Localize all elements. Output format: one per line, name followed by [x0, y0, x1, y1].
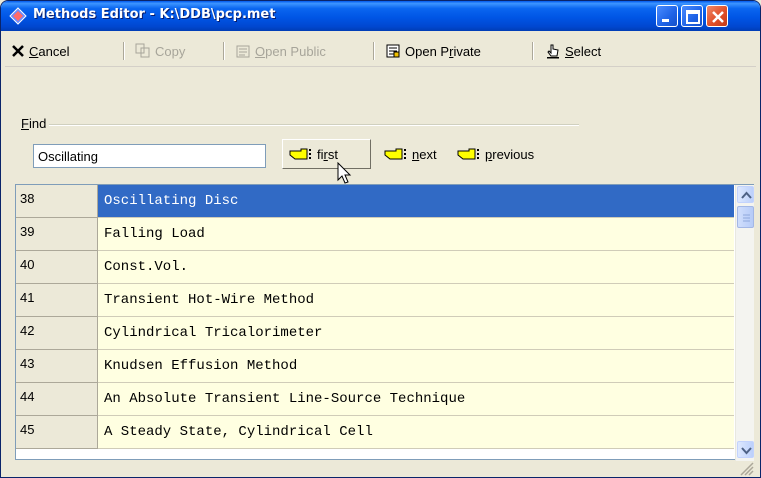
find-label: Find	[21, 116, 46, 131]
open-private-icon	[386, 44, 400, 58]
open-public-label: pen Public	[265, 43, 326, 59]
mouse-pointer-icon	[337, 162, 352, 184]
toolbar: Cancel Copy Open Public Open Private Sel…	[5, 33, 756, 67]
minimize-icon	[662, 19, 669, 22]
chevron-down-icon	[741, 447, 752, 455]
cancel-accel: C	[29, 43, 39, 59]
table-row[interactable]: 42 Cylindrical Tricalorimeter	[16, 317, 734, 350]
copy-icon	[135, 43, 150, 58]
pointing-hand-icon	[384, 148, 406, 160]
select-button[interactable]: Select	[545, 41, 601, 61]
toolbar-separator	[223, 42, 225, 60]
grid-rows: 38 Oscillating Disc 39 Falling Load 40 C…	[16, 185, 734, 461]
vertical-scrollbar[interactable]	[735, 185, 754, 461]
copy-button[interactable]: Copy	[135, 41, 185, 61]
row-number: 40	[16, 251, 98, 284]
find-label-text: ind	[28, 116, 47, 131]
find-next-button[interactable]: next	[378, 139, 443, 169]
method-name-cell[interactable]: Oscillating Disc	[98, 185, 734, 218]
maximize-button[interactable]	[681, 5, 703, 27]
close-icon	[712, 11, 724, 23]
row-number: 45	[16, 416, 98, 449]
cancel-label: ancel	[38, 43, 70, 59]
title-bar[interactable]: Methods Editor - K:\DDB\pcp.met	[1, 1, 760, 31]
row-number: 42	[16, 317, 98, 350]
find-first-label-b: st	[327, 146, 338, 162]
open-private-label-b: ivate	[453, 43, 481, 59]
open-public-button[interactable]: Open Public	[235, 41, 326, 61]
cancel-x-icon	[12, 45, 24, 57]
select-accel: S	[565, 43, 574, 59]
method-name-cell[interactable]: Const.Vol.	[98, 251, 734, 284]
scroll-thumb[interactable]	[737, 206, 754, 228]
pointing-hand-icon	[457, 148, 479, 160]
copy-label: Copy	[155, 43, 186, 59]
method-name-cell[interactable]: Falling Load	[98, 218, 734, 251]
table-row[interactable]: 45 A Steady State, Cylindrical Cell	[16, 416, 734, 449]
cancel-button[interactable]: Cancel	[11, 41, 69, 61]
method-name-cell[interactable]: Knudsen Effusion Method	[98, 350, 734, 383]
table-row[interactable]: 44 An Absolute Transient Line-Source Tec…	[16, 383, 734, 416]
select-hand-icon	[547, 44, 559, 59]
app-diamond-icon	[9, 7, 27, 25]
open-public-accel: O	[255, 43, 266, 59]
row-number: 43	[16, 350, 98, 383]
row-number: 39	[16, 218, 98, 251]
find-first-button[interactable]: first	[282, 139, 371, 169]
minimize-button[interactable]	[656, 5, 678, 27]
pointing-hand-icon	[289, 148, 311, 160]
window-title: Methods Editor - K:\DDB\pcp.met	[33, 7, 276, 22]
open-public-icon	[236, 45, 250, 58]
table-row[interactable]: 40 Const.Vol.	[16, 251, 734, 284]
toolbar-separator	[373, 42, 375, 60]
open-private-button[interactable]: Open Private	[385, 41, 481, 61]
grip-lines-icon	[743, 214, 750, 222]
row-number: 44	[16, 383, 98, 416]
toolbar-separator	[532, 42, 534, 60]
find-next-label: ext	[419, 146, 437, 162]
table-row[interactable]: 39 Falling Load	[16, 218, 734, 251]
find-input[interactable]	[33, 144, 266, 168]
open-private-label-a: Open P	[405, 43, 450, 59]
chevron-up-icon	[741, 191, 752, 199]
table-row[interactable]: 41 Transient Hot-Wire Method	[16, 284, 734, 317]
find-accel: F	[21, 116, 29, 131]
status-bar	[5, 460, 756, 477]
row-number: 41	[16, 284, 98, 317]
method-name-cell[interactable]: Cylindrical Tricalorimeter	[98, 317, 734, 350]
find-previous-button[interactable]: previous	[451, 139, 540, 169]
method-name-cell[interactable]: Transient Hot-Wire Method	[98, 284, 734, 317]
method-name-cell[interactable]: An Absolute Transient Line-Source Techni…	[98, 383, 734, 416]
methods-grid: 38 Oscillating Disc 39 Falling Load 40 C…	[15, 184, 754, 461]
scroll-up-button[interactable]	[737, 186, 754, 203]
table-row[interactable]: 38 Oscillating Disc	[16, 185, 734, 218]
scroll-down-button[interactable]	[737, 441, 754, 458]
table-row[interactable]: 43 Knudsen Effusion Method	[16, 350, 734, 383]
maximize-icon	[686, 10, 700, 24]
find-previous-label: revious	[492, 146, 535, 162]
close-button[interactable]	[706, 5, 728, 27]
resize-grip-icon[interactable]	[740, 462, 754, 476]
toolbar-separator	[123, 42, 125, 60]
methods-editor-window: Methods Editor - K:\DDB\pcp.met Cancel C…	[0, 0, 761, 478]
row-number: 38	[16, 185, 98, 218]
method-name-cell[interactable]: A Steady State, Cylindrical Cell	[98, 416, 734, 449]
find-group-line	[49, 124, 579, 126]
select-label: elect	[573, 43, 602, 59]
